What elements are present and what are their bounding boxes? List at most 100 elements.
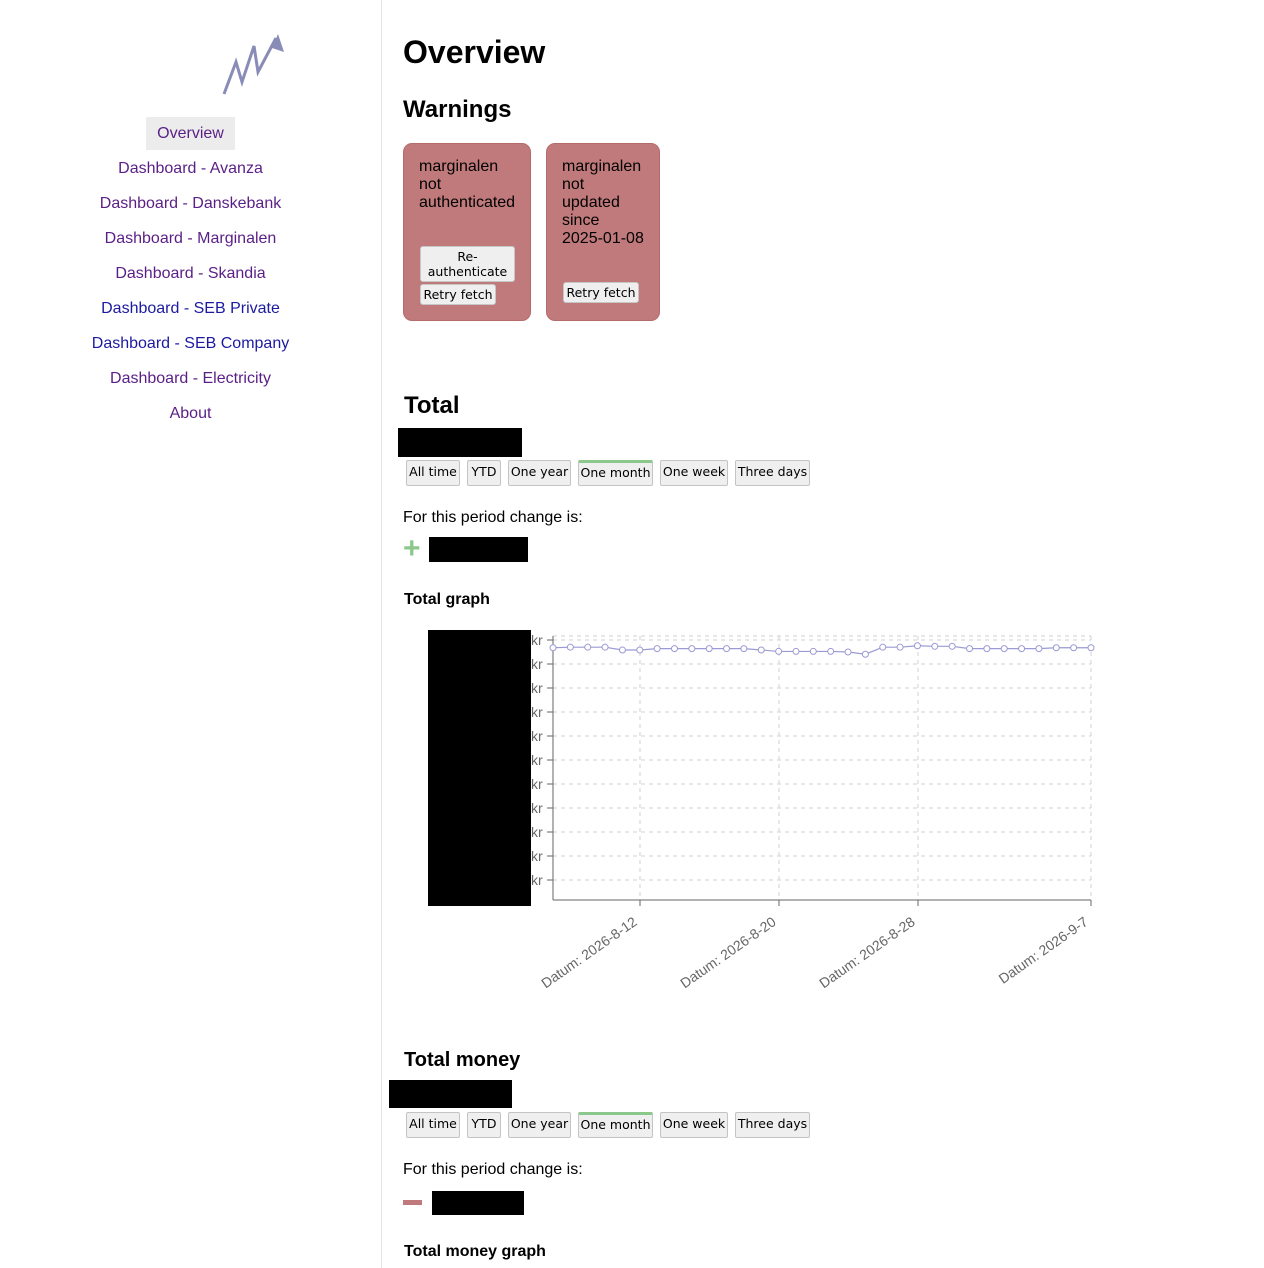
sidebar-link-electricity[interactable]: Dashboard - Electricity	[99, 362, 282, 395]
sidebar-link-overview[interactable]: Overview	[146, 117, 235, 150]
data-point	[601, 643, 609, 651]
y-tick-label: kr	[531, 704, 543, 720]
y-tick-label: kr	[531, 848, 543, 864]
x-tick-label: Datum: 2026-8-28	[816, 913, 918, 991]
sidebar-nav: Overview Dashboard - Avanza Dashboard - …	[0, 116, 381, 431]
sidebar: Overview Dashboard - Avanza Dashboard - …	[0, 0, 382, 1268]
total-heading: Total	[404, 392, 460, 419]
y-tick-label: kr	[531, 632, 543, 648]
data-point	[705, 645, 713, 653]
data-point	[913, 642, 921, 650]
data-point	[966, 645, 974, 653]
retry-fetch-button[interactable]: Retry fetch	[563, 282, 639, 303]
data-point	[757, 646, 765, 654]
period-button-ytd[interactable]: YTD	[467, 1112, 501, 1138]
sidebar-item-marginalen: Dashboard - Marginalen	[0, 221, 381, 256]
data-point	[723, 645, 731, 653]
total-graph-heading: Total graph	[404, 591, 490, 608]
period-button-one-week[interactable]: One week	[660, 1112, 728, 1138]
plus-icon: +	[403, 532, 421, 565]
total-value-redacted	[398, 428, 522, 457]
total-money-heading: Total money	[404, 1049, 521, 1071]
data-point	[827, 647, 835, 655]
data-point	[931, 642, 939, 650]
warning-text-line: not	[419, 176, 442, 193]
data-point	[879, 643, 887, 651]
sidebar-item-about: About	[0, 396, 381, 431]
y-tick-label: kr	[531, 728, 543, 744]
warning-text-line: 2025-01-08	[562, 230, 644, 247]
sidebar-link-about[interactable]: About	[159, 397, 223, 430]
data-point	[653, 645, 661, 653]
page-title: Overview	[403, 34, 546, 70]
reauthenticate-button[interactable]: Re-authenticate	[420, 246, 515, 282]
total-money-graph-heading: Total money graph	[404, 1243, 546, 1260]
warning-text-line: authenticated	[419, 194, 516, 211]
data-point	[584, 643, 592, 651]
warnings-heading: Warnings	[403, 96, 512, 123]
data-point	[844, 648, 852, 656]
data-point	[1052, 644, 1060, 652]
sidebar-link-avanza[interactable]: Dashboard - Avanza	[107, 152, 274, 185]
data-point	[1070, 644, 1078, 652]
sidebar-link-skandia[interactable]: Dashboard - Skandia	[104, 257, 276, 290]
data-point	[618, 646, 626, 654]
period-button-all-time[interactable]: All time	[406, 1112, 460, 1138]
data-point	[740, 645, 748, 653]
sidebar-link-seb-private[interactable]: Dashboard - SEB Private	[90, 292, 291, 325]
sidebar-item-seb-private: Dashboard - SEB Private	[0, 291, 381, 326]
warning-text-line: updated	[562, 194, 620, 211]
data-point	[688, 645, 696, 653]
data-point	[948, 642, 956, 650]
period-button-one-year[interactable]: One year	[508, 460, 571, 486]
period-button-one-week[interactable]: One week	[660, 460, 728, 486]
x-tick-label: Datum: 2026-9-7	[995, 913, 1090, 986]
data-point	[861, 650, 869, 658]
data-point	[809, 647, 817, 655]
period-button-one-month[interactable]: One month	[578, 460, 653, 486]
period-button-one-year[interactable]: One year	[508, 1112, 571, 1138]
data-point	[1000, 645, 1008, 653]
sidebar-item-skandia: Dashboard - Skandia	[0, 256, 381, 291]
data-point	[566, 643, 574, 651]
data-point	[983, 645, 991, 653]
total-money-change-label: For this period change is:	[403, 1161, 583, 1178]
data-point	[1035, 645, 1043, 653]
period-button-ytd[interactable]: YTD	[467, 460, 501, 486]
warning-card-stale: marginalen not updated since 2025-01-08 …	[546, 143, 660, 321]
period-button-three-days[interactable]: Three days	[735, 1112, 810, 1138]
data-point	[896, 643, 904, 651]
y-tick-label: kr	[531, 680, 543, 696]
period-button-one-month[interactable]: One month	[578, 1112, 653, 1138]
retry-fetch-button[interactable]: Retry fetch	[420, 284, 496, 305]
minus-icon	[403, 1200, 422, 1205]
sidebar-item-danskebank: Dashboard - Danskebank	[0, 186, 381, 221]
warning-text-line: since	[562, 212, 600, 229]
series-line	[552, 645, 1091, 655]
sidebar-link-danskebank[interactable]: Dashboard - Danskebank	[89, 187, 292, 220]
data-point	[636, 646, 644, 654]
data-point	[1087, 644, 1095, 652]
y-tick-label: kr	[531, 752, 543, 768]
sidebar-link-marginalen[interactable]: Dashboard - Marginalen	[94, 222, 288, 255]
period-button-all-time[interactable]: All time	[406, 460, 460, 486]
data-point	[1018, 645, 1026, 653]
sidebar-item-overview: Overview	[0, 116, 381, 151]
y-axis-values-redacted	[428, 630, 531, 906]
data-point	[670, 645, 678, 653]
warning-card-auth: marginalen not authenticated Re-authenti…	[403, 143, 531, 321]
y-tick-label: kr	[531, 800, 543, 816]
app-logo-icon[interactable]	[220, 32, 290, 100]
warning-text-line: not	[562, 176, 585, 193]
period-button-three-days[interactable]: Three days	[735, 460, 810, 486]
sidebar-link-seb-company[interactable]: Dashboard - SEB Company	[81, 327, 300, 360]
data-point	[792, 647, 800, 655]
sidebar-item-electricity: Dashboard - Electricity	[0, 361, 381, 396]
data-point	[549, 644, 557, 652]
total-money-value-redacted	[389, 1080, 512, 1108]
x-tick-label: Datum: 2026-8-20	[677, 913, 779, 991]
warning-text-line: marginalen	[562, 158, 642, 175]
total-change-label: For this period change is:	[403, 509, 583, 526]
total-change-redacted	[429, 537, 528, 562]
total-line-chart: kr kr kr kr kr kr kr kr kr kr kr Datum: 2026-8-12 Da…	[428, 630, 1095, 991]
